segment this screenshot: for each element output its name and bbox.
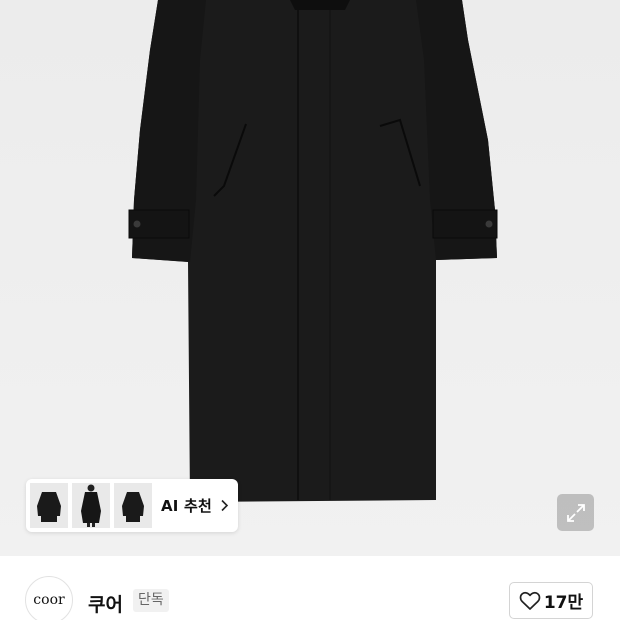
expand-icon — [566, 503, 585, 522]
expand-button[interactable] — [557, 494, 594, 531]
coat-thumb-3[interactable] — [114, 483, 152, 528]
coat-image — [128, 0, 498, 502]
brand-logo[interactable]: coor — [25, 576, 73, 620]
coat-thumb-2[interactable] — [72, 483, 110, 528]
product-page: AI 추천 coor 쿠어 단독 17만 — [0, 0, 620, 620]
coat-thumb-icon — [122, 491, 144, 522]
product-image[interactable]: AI 추천 — [0, 0, 620, 556]
like-button[interactable]: 17만 — [509, 582, 593, 619]
ai-recommend-strip[interactable]: AI 추천 — [26, 479, 238, 532]
ai-recommend-label: AI 추천 — [161, 497, 213, 515]
brand-name[interactable]: 쿠어 — [88, 590, 123, 617]
exclusive-badge: 단독 — [133, 589, 169, 612]
chevron-right-icon — [220, 499, 229, 512]
brand-bar: coor 쿠어 단독 17만 — [0, 556, 620, 620]
coat-thumb-icon — [37, 491, 61, 522]
heart-icon — [519, 591, 541, 610]
person-coat-icon — [81, 484, 101, 527]
coat-thumb-1[interactable] — [30, 483, 68, 528]
like-count: 17만 — [543, 593, 584, 613]
